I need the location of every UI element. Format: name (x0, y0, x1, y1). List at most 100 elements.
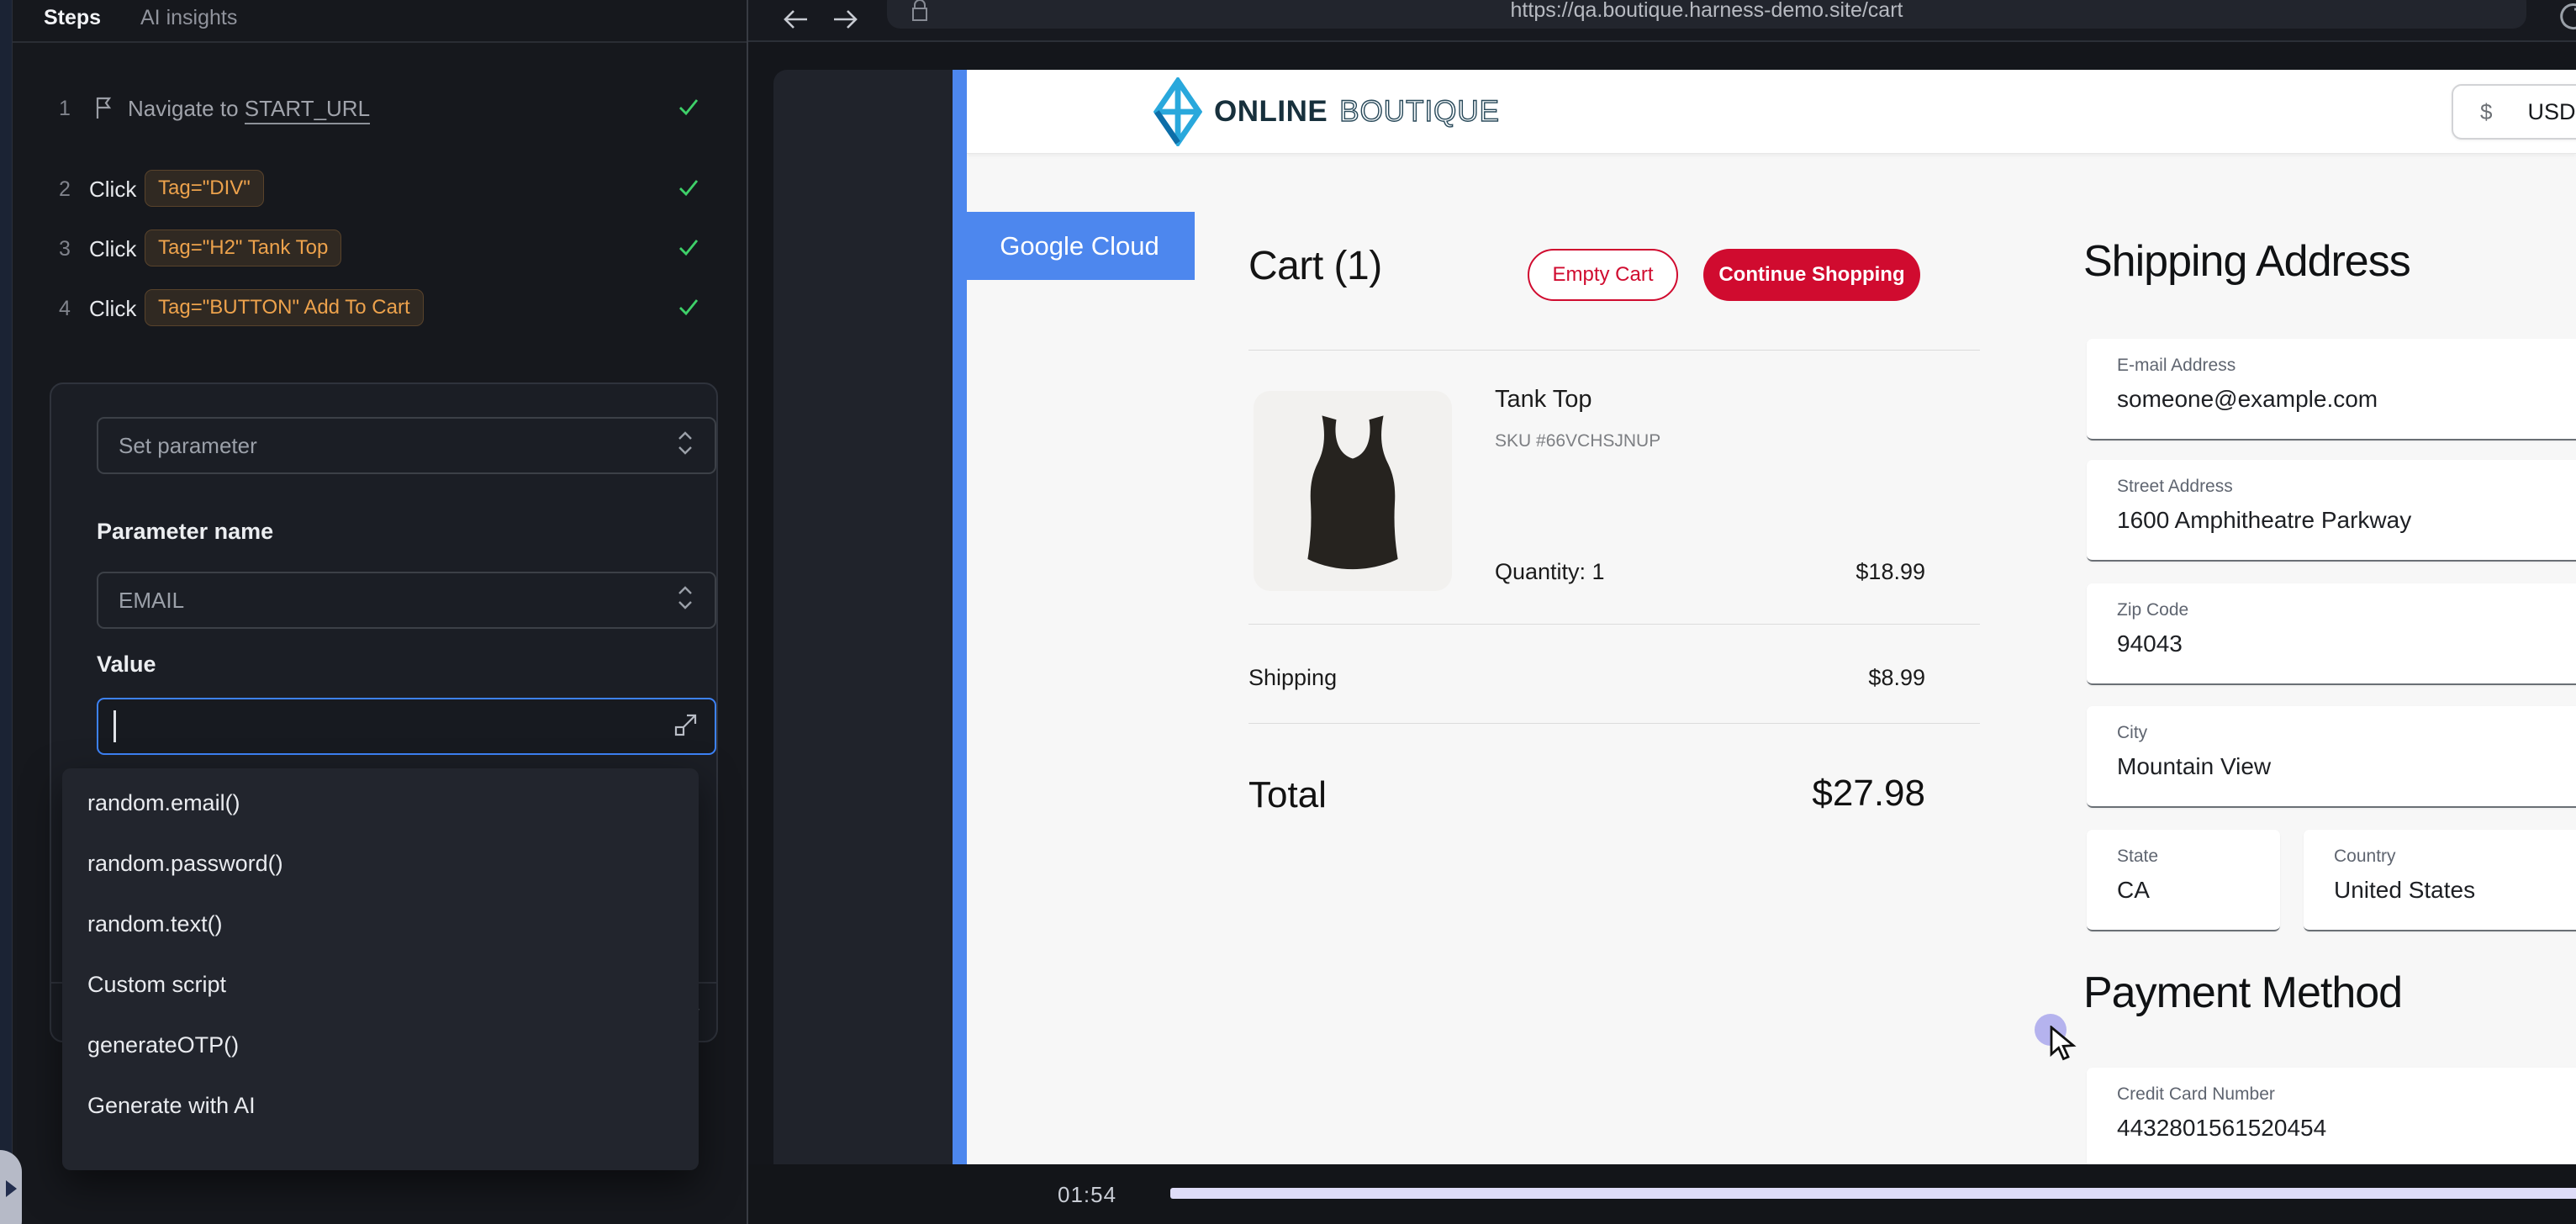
parameter-name-label: Parameter name (97, 519, 273, 545)
logo-text-boutique: BOUTIQUE (1339, 95, 1500, 129)
cart-title: Cart (1) (1248, 243, 1382, 289)
panel-expander-button[interactable] (0, 1150, 22, 1224)
step-number: 3 (59, 237, 71, 261)
product-price: $18.99 (1855, 559, 1925, 585)
field-value: 4432801561520454 (2117, 1115, 2576, 1142)
dropdown-item-custom-script[interactable]: Custom script (62, 954, 699, 1015)
step-row-3[interactable]: 3 Click Tag="H2" Tank Top (13, 227, 747, 269)
credit-card-field[interactable]: Credit Card Number 4432801561520454 (2087, 1068, 2576, 1169)
parameter-name-value: EMAIL (119, 588, 184, 614)
play-icon (6, 1180, 17, 1197)
selector-badge: Tag="H2" Tank Top (145, 230, 341, 266)
left-rail (0, 0, 13, 1224)
continue-shopping-button[interactable]: Continue Shopping (1703, 249, 1920, 301)
currency-code: USD (2527, 99, 2575, 125)
action-type-value: Set parameter (119, 433, 257, 459)
step-action-text: Click (89, 236, 136, 262)
step-action-text: Click (89, 177, 136, 203)
shipping-cost-value: $8.99 (1868, 665, 1925, 691)
shipping-address-title: Shipping Address (2083, 236, 2410, 287)
city-field[interactable]: City Mountain View (2087, 706, 2576, 808)
payment-method-title: Payment Method (2083, 968, 2402, 1018)
check-icon (675, 234, 702, 265)
dropdown-item-random-text[interactable]: random.text() (62, 894, 699, 954)
mouse-cursor (2048, 1026, 2082, 1068)
field-label: Credit Card Number (2117, 1084, 2576, 1105)
zip-code-field[interactable]: Zip Code 94043 (2087, 583, 2576, 685)
tab-ai-insights[interactable]: AI insights (140, 0, 237, 39)
field-label: Street Address (2117, 477, 2576, 497)
step-row-2[interactable]: 2 Click Tag="DIV" (13, 167, 747, 209)
check-icon (675, 293, 702, 324)
product-image (1254, 391, 1452, 591)
site-header: ONLINE BOUTIQUE $ USD (967, 70, 2576, 154)
dollar-icon: $ (2480, 99, 2492, 125)
tank-top-image (1290, 409, 1416, 573)
playback-time: 01:54 (1058, 1182, 1116, 1208)
logo-text-online: ONLINE (1214, 95, 1328, 129)
total-label: Total (1248, 774, 1327, 816)
field-value: 94043 (2117, 630, 2576, 657)
playback-scrubber[interactable] (1170, 1188, 2576, 1199)
step-number: 4 (59, 297, 71, 321)
currency-select[interactable]: $ USD (2452, 84, 2576, 140)
value-label: Value (97, 652, 156, 678)
product-sku: SKU #66VCHSJNUP (1495, 431, 1660, 451)
parameter-name-select[interactable]: EMAIL (97, 572, 716, 629)
step-action-text: Navigate to (128, 96, 245, 121)
check-icon (675, 93, 702, 124)
dropdown-item-generate-otp[interactable]: generateOTP() (62, 1015, 699, 1075)
selector-badge: Tag="BUTTON" Add To Cart (145, 289, 424, 326)
selector-badge: Tag="DIV" (145, 170, 264, 207)
email-field[interactable]: E-mail Address someone@example.com (2087, 339, 2576, 441)
dropdown-item-random-email[interactable]: random.email() (62, 773, 699, 833)
step-row-1[interactable]: 1 Navigate to START_URL (13, 87, 747, 129)
field-value: 1600 Amphitheatre Parkway (2117, 507, 2576, 534)
street-address-field[interactable]: Street Address 1600 Amphitheatre Parkway (2087, 460, 2576, 562)
steps-sidebar: Steps AI insights 1 Navigate to START_UR… (13, 0, 748, 1224)
field-value: CA (2117, 877, 2280, 904)
tab-steps[interactable]: Steps (44, 0, 101, 39)
state-field[interactable]: State CA (2087, 830, 2280, 931)
step-number: 1 (59, 97, 71, 121)
text-caret (113, 710, 116, 742)
step-label: Navigate to START_URL (128, 96, 370, 122)
browser-toolbar: https://qa.boutique.harness-demo.site/ca… (748, 0, 2576, 42)
field-label: Zip Code (2117, 600, 2576, 620)
start-url-link[interactable]: START_URL (245, 96, 370, 124)
site-logo[interactable]: ONLINE BOUTIQUE (1153, 76, 1500, 147)
check-icon (675, 174, 702, 205)
empty-cart-button[interactable]: Empty Cart (1528, 249, 1678, 301)
action-type-select[interactable]: Set parameter (97, 417, 716, 474)
step-row-4[interactable]: 4 Click Tag="BUTTON" Add To Cart (13, 287, 747, 329)
expand-editor-icon[interactable] (673, 711, 699, 742)
field-value: Mountain View (2117, 753, 2576, 780)
webpage: ONLINE BOUTIQUE $ USD Cart (1) Empty Cart… (967, 70, 2576, 1164)
total-value: $27.98 (1812, 773, 1925, 815)
shipping-cost-label: Shipping (1248, 665, 1337, 691)
flag-icon (92, 94, 115, 125)
divider (1248, 723, 1980, 724)
browser-pane: https://qa.boutique.harness-demo.site/ca… (748, 0, 2576, 1224)
logo-diamond-icon (1153, 77, 1202, 146)
dropdown-item-random-password[interactable]: random.password() (62, 833, 699, 894)
app-window: Steps AI insights 1 Navigate to START_UR… (0, 0, 2576, 1224)
url-text: https://qa.boutique.harness-demo.site/ca… (887, 0, 2526, 23)
google-cloud-banner: Google Cloud (953, 212, 1195, 280)
country-field[interactable]: Country United States (2304, 830, 2576, 931)
step-number: 2 (59, 177, 71, 202)
url-bar[interactable]: https://qa.boutique.harness-demo.site/ca… (887, 0, 2526, 29)
divider (1248, 624, 1980, 625)
value-input[interactable] (97, 698, 716, 755)
replay-viewport: Google Cloud ONLINE BOUTIQUE $ (748, 42, 2576, 1164)
divider (1248, 350, 1980, 351)
dropdown-item-generate-with-ai[interactable]: Generate with AI (62, 1075, 699, 1136)
back-button[interactable] (780, 7, 812, 40)
forward-button[interactable] (829, 7, 861, 40)
field-value: someone@example.com (2117, 386, 2576, 413)
value-suggestions-dropdown: random.email() random.password() random.… (62, 768, 699, 1170)
reload-icon[interactable] (2556, 2, 2576, 43)
field-label: City (2117, 723, 2576, 743)
chevron-updown-icon (676, 429, 694, 463)
product-name[interactable]: Tank Top (1495, 386, 1592, 414)
